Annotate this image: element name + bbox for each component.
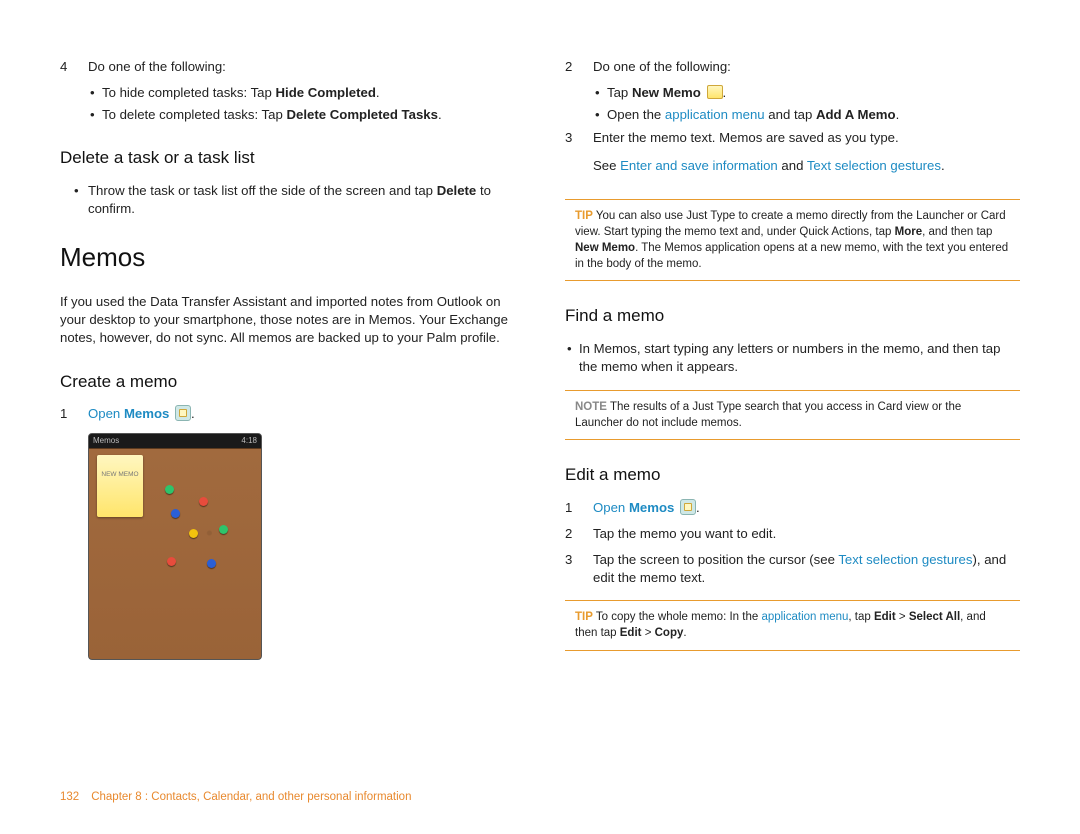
tip-label: TIP — [575, 611, 593, 623]
step-number: 3 — [565, 551, 593, 587]
bullet-find-memo: In Memos, start typing any letters or nu… — [579, 340, 1020, 376]
pushpin-icon — [171, 509, 180, 518]
step-number: 4 — [60, 58, 88, 76]
pushpin-icon — [167, 557, 176, 566]
step-3: 3 Enter the memo text. Memos are saved a… — [565, 129, 1020, 185]
edit-step-1: 1 Open Memos . — [565, 499, 1020, 517]
enter-save-link[interactable]: Enter and save information — [620, 158, 778, 173]
pushpin-icon — [199, 497, 208, 506]
step-number: 3 — [565, 129, 593, 185]
memos-app-icon — [680, 499, 696, 515]
bullet-tap-new-memo: Tap New Memo . — [607, 84, 1020, 102]
screenshot-corkboard: NEW MEMO — [89, 448, 261, 659]
step-body: Open Memos . — [88, 405, 515, 423]
screenshot-app-title: Memos — [93, 436, 119, 447]
bullet-add-a-memo: Open the application menu and tap Add A … — [607, 106, 1020, 124]
right-column: 2 Do one of the following: Tap New Memo … — [565, 58, 1020, 665]
edit-step-3: 3 Tap the screen to position the cursor … — [565, 551, 1020, 587]
heading-find-memo: Find a memo — [565, 305, 1020, 328]
heading-delete-task: Delete a task or a task list — [60, 147, 515, 170]
chapter-title: Chapter 8 : Contacts, Calendar, and othe… — [91, 791, 411, 803]
bullet-delete-completed: To delete completed tasks: Tap Delete Co… — [102, 106, 515, 124]
step-body: Do one of the following: — [88, 58, 515, 76]
tip-just-type: TIP You can also use Just Type to create… — [565, 199, 1020, 281]
step-body: Tap the screen to position the cursor (s… — [593, 551, 1020, 587]
step-number: 1 — [565, 499, 593, 517]
application-menu-link[interactable]: application menu — [761, 611, 848, 623]
heading-memos: Memos — [60, 240, 515, 275]
step-2: 2 Do one of the following: — [565, 58, 1020, 76]
tip-copy-memo: TIP To copy the whole memo: In the appli… — [565, 600, 1020, 650]
step-body: Do one of the following: — [593, 58, 1020, 76]
delete-task-bullets: Throw the task or task list off the side… — [60, 182, 515, 218]
bullet-hide-completed: To hide completed tasks: Tap Hide Comple… — [102, 84, 515, 102]
note-just-type-search: NOTE The results of a Just Type search t… — [565, 390, 1020, 440]
heading-edit-memo: Edit a memo — [565, 464, 1020, 487]
left-column: 4 Do one of the following: To hide compl… — [60, 58, 515, 665]
step-body: Tap the memo you want to edit. — [593, 525, 1020, 543]
step-number: 2 — [565, 525, 593, 543]
open-link[interactable]: Open Memos — [88, 406, 169, 421]
memos-screenshot: Memos 4:18 NEW MEMO — [88, 433, 262, 660]
step-2-bullets: Tap New Memo . Open the application menu… — [565, 84, 1020, 124]
see-links: See Enter and save information and Text … — [593, 157, 1020, 175]
step-number: 1 — [60, 405, 88, 423]
open-link[interactable]: Open Memos — [593, 500, 674, 515]
step-number: 2 — [565, 58, 593, 76]
page-number: 132 — [60, 790, 88, 806]
page: 4 Do one of the following: To hide compl… — [0, 0, 1080, 665]
screenshot-statusbar: Memos 4:18 — [89, 434, 261, 448]
screenshot-time: 4:18 — [241, 436, 257, 447]
text-selection-link[interactable]: Text selection gestures — [807, 158, 941, 173]
pushpin-icon — [219, 525, 228, 534]
create-step-1: 1 Open Memos . — [60, 405, 515, 423]
screenshot-sticky-note: NEW MEMO — [97, 455, 143, 517]
memos-app-icon — [175, 405, 191, 421]
step-4-bullets: To hide completed tasks: Tap Hide Comple… — [60, 84, 515, 124]
text-selection-link[interactable]: Text selection gestures — [838, 552, 972, 567]
heading-create-memo: Create a memo — [60, 371, 515, 394]
new-memo-icon — [707, 85, 723, 99]
edit-step-2: 2 Tap the memo you want to edit. — [565, 525, 1020, 543]
application-menu-link[interactable]: application menu — [665, 107, 765, 122]
step-body: Open Memos . — [593, 499, 1020, 517]
page-footer: 132 Chapter 8 : Contacts, Calendar, and … — [60, 790, 411, 806]
memos-paragraph: If you used the Data Transfer Assistant … — [60, 293, 515, 346]
pushpin-icon — [189, 529, 198, 538]
pushpin-icon — [165, 485, 174, 494]
tip-label: TIP — [575, 210, 593, 222]
pushpin-icon — [207, 559, 216, 568]
step-body: Enter the memo text. Memos are saved as … — [593, 129, 1020, 185]
bullet-throw-task: Throw the task or task list off the side… — [88, 182, 515, 218]
note-label: NOTE — [575, 401, 607, 413]
find-memo-bullets: In Memos, start typing any letters or nu… — [565, 340, 1020, 376]
step-4: 4 Do one of the following: — [60, 58, 515, 76]
